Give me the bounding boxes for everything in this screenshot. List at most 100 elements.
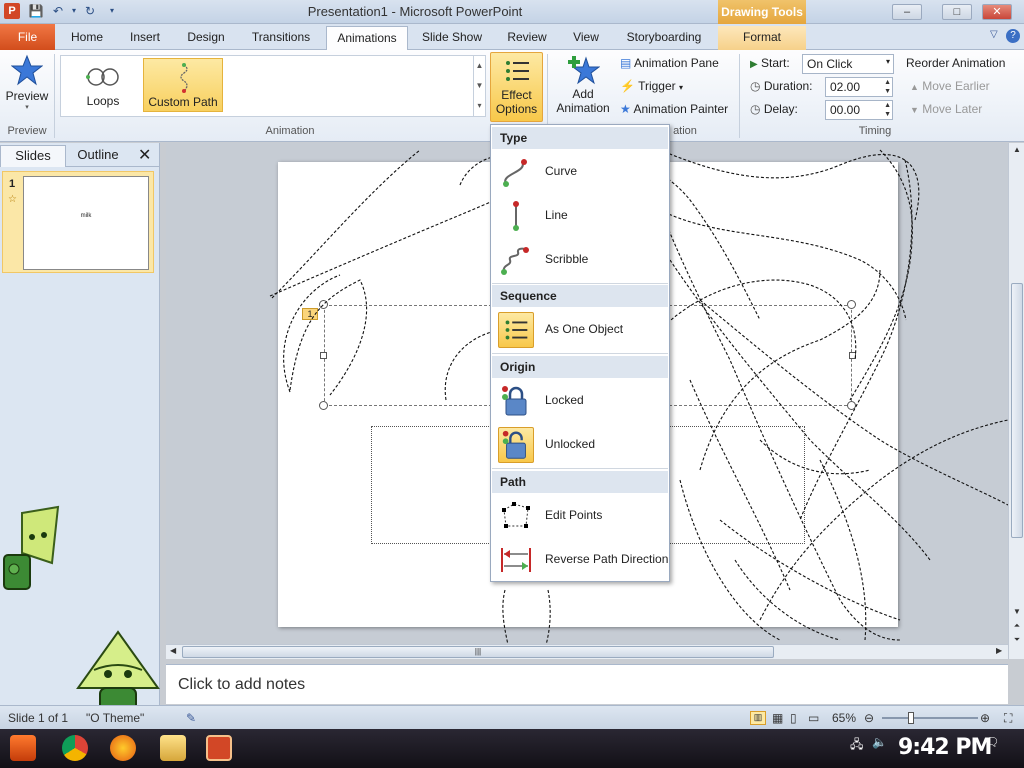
chrome-icon[interactable] <box>62 735 88 761</box>
start-button-icon[interactable] <box>10 735 36 761</box>
menu-item-label: Scribble <box>545 252 589 266</box>
tab-file[interactable]: File <box>0 24 55 50</box>
effect-options-button[interactable]: Effect Options <box>490 52 543 122</box>
spinner-arrows-icon[interactable]: ▲ ▼ <box>884 101 891 119</box>
zoom-level[interactable]: 65% <box>832 711 856 725</box>
gallery-scroll-down[interactable]: ▼ <box>473 76 485 96</box>
animation-star-icon: ☆ <box>8 194 17 205</box>
tab-insert[interactable]: Insert <box>120 26 170 50</box>
horizontal-scroll-thumb[interactable]: ||| <box>182 646 774 658</box>
notifications-icon[interactable]: 🗨 <box>984 735 1000 761</box>
gallery-scroll-up[interactable]: ▲ <box>473 56 485 76</box>
tab-transitions[interactable]: Transitions <box>244 26 318 50</box>
next-slide-icon[interactable]: ⏷ <box>1009 635 1024 645</box>
minimize-button[interactable]: – <box>892 4 922 20</box>
previous-slide-icon[interactable]: ⏶ <box>1009 621 1024 631</box>
add-animation-button[interactable]: Add Animation <box>552 54 614 118</box>
gallery-item-custom-path[interactable]: Custom Path <box>143 58 223 112</box>
vertical-scroll-thumb[interactable] <box>1011 283 1023 538</box>
menu-item-edit-points[interactable]: Edit Points <box>492 495 668 537</box>
gallery-more[interactable]: ▾ <box>473 96 485 116</box>
normal-view-icon[interactable]: ▥ <box>750 711 766 725</box>
menu-item-locked[interactable]: Locked <box>492 380 668 422</box>
menu-header-type: Type <box>492 127 668 149</box>
delay-value: 00.00 <box>830 103 861 117</box>
volume-icon[interactable]: 🔈 <box>872 735 887 761</box>
tab-design[interactable]: Design <box>180 26 232 50</box>
fit-to-window-icon[interactable]: ⛶ <box>1004 711 1012 726</box>
move-earlier-button[interactable]: ▲ Move Earlier <box>910 79 990 93</box>
spell-check-icon[interactable]: ✎ <box>186 711 196 725</box>
gallery-item-label: Custom Path <box>148 95 218 109</box>
taskbar-clock[interactable]: 9:42 PM <box>898 735 992 760</box>
scroll-down-icon[interactable]: ▼ <box>1009 607 1024 616</box>
maximize-button[interactable]: □ <box>942 4 972 20</box>
animation-pane-button[interactable]: ▤ Animation Pane <box>620 56 719 70</box>
resize-handle[interactable] <box>847 300 856 309</box>
reading-view-icon[interactable]: ▯ <box>790 711 797 725</box>
resize-handle[interactable] <box>320 352 327 359</box>
notes-pane[interactable]: Click to add notes <box>166 664 1008 704</box>
resize-handle[interactable] <box>847 401 856 410</box>
zoom-in-icon[interactable]: ⊕ <box>980 711 990 725</box>
preview-button-label: Preview <box>5 89 49 103</box>
zoom-slider[interactable] <box>882 712 978 724</box>
slide-thumbnail-row[interactable]: 1 ☆ milk <box>2 171 154 273</box>
title-bar: P 💾 ↶ ▾ ↻ ▾ Presentation1 - Microsoft Po… <box>0 0 1024 24</box>
tab-animations[interactable]: Animations <box>326 26 408 50</box>
gallery-item-loops[interactable]: Loops <box>63 58 143 112</box>
tab-outline[interactable]: Outline <box>70 145 126 167</box>
start-dropdown[interactable]: On Click ▾ <box>802 54 894 74</box>
vertical-scrollbar[interactable]: ▲ ▼ ⏶ ⏷ <box>1008 143 1024 659</box>
animation-painter-button[interactable]: ★ Animation Painter <box>620 102 728 116</box>
network-icon[interactable]: 🖧 <box>850 735 864 761</box>
file-explorer-icon[interactable] <box>160 735 186 761</box>
delay-input[interactable]: 00.00 ▲ ▼ <box>825 100 893 120</box>
add-animation-label-2: Animation <box>556 101 610 115</box>
resize-handle[interactable] <box>849 352 856 359</box>
move-later-button[interactable]: ▼ Move Later <box>910 102 982 116</box>
menu-item-as-one-object[interactable]: As One Object <box>492 309 668 351</box>
tab-format[interactable]: Format <box>718 26 806 50</box>
trigger-button[interactable]: ⚡ Trigger ▾ <box>620 79 683 93</box>
menu-item-line[interactable]: Line <box>492 195 668 237</box>
animation-order-badge[interactable]: 1 <box>302 308 318 320</box>
timing-group-label: Timing <box>858 125 892 137</box>
scroll-right-icon[interactable]: ▶ <box>996 646 1002 655</box>
resize-handle[interactable] <box>319 401 328 410</box>
menu-item-label: Unlocked <box>545 437 596 451</box>
help-icon[interactable]: ? <box>1006 29 1020 43</box>
tab-view[interactable]: View <box>564 26 608 50</box>
duration-input[interactable]: 02.00 ▲ ▼ <box>825 77 893 97</box>
scroll-up-icon[interactable]: ▲ <box>1009 145 1024 154</box>
menu-item-reverse-path-direction[interactable]: Reverse Path Direction <box>492 539 668 581</box>
zoom-slider-knob[interactable] <box>908 712 914 724</box>
tab-review[interactable]: Review <box>500 26 554 50</box>
drawing-tools-context-label: Drawing Tools <box>718 0 806 24</box>
close-pane-icon[interactable]: ✕ <box>138 145 151 165</box>
menu-item-unlocked[interactable]: Unlocked <box>492 424 668 466</box>
firefox-icon[interactable] <box>110 735 136 761</box>
duration-value: 02.00 <box>830 80 861 94</box>
tab-slide-show[interactable]: Slide Show <box>416 26 488 50</box>
minimize-ribbon-icon[interactable]: ▽ <box>990 29 998 40</box>
close-button[interactable]: ✕ <box>982 4 1012 20</box>
curve-path-icon <box>503 159 527 187</box>
tab-home[interactable]: Home <box>66 26 108 50</box>
powerpoint-taskbar-icon[interactable] <box>206 735 232 761</box>
trigger-label: Trigger <box>638 79 676 93</box>
preview-button[interactable]: Preview ▾ <box>4 54 50 118</box>
menu-item-scribble[interactable]: Scribble <box>492 239 668 281</box>
menu-item-curve[interactable]: Curve <box>492 151 668 193</box>
slide-sorter-icon[interactable]: ▦ <box>772 711 783 725</box>
tab-storyboarding[interactable]: Storyboarding <box>618 26 710 50</box>
scroll-left-icon[interactable]: ◀ <box>170 646 176 655</box>
spinner-arrows-icon[interactable]: ▲ ▼ <box>884 78 891 96</box>
resize-handle[interactable] <box>319 300 328 309</box>
horizontal-scrollbar[interactable]: ◀ ||| ▶ <box>166 644 1008 659</box>
start-label: ▶ Start: <box>750 56 790 70</box>
slide-show-icon[interactable]: ▭ <box>808 711 819 725</box>
tab-slides[interactable]: Slides <box>0 145 66 167</box>
slide-thumbnail[interactable]: milk <box>23 176 149 270</box>
zoom-out-icon[interactable]: ⊖ <box>864 711 874 725</box>
